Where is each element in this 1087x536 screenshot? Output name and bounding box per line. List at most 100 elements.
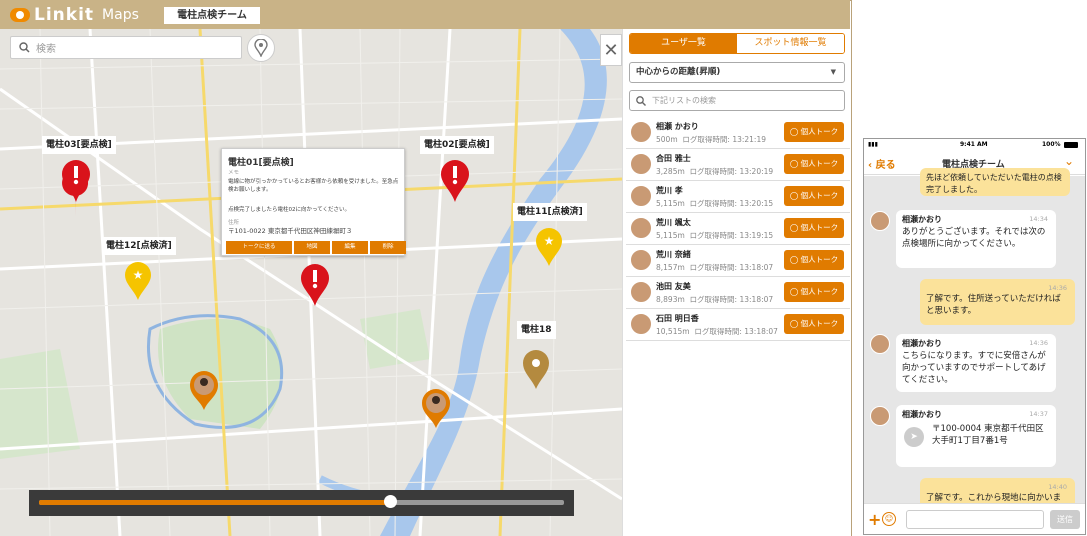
private-talk-label: 個人トーク xyxy=(800,319,839,328)
user-meta: 10,515m ログ取得時間: 13:18:07 xyxy=(656,326,778,337)
sender-name: 相瀬かおり xyxy=(902,339,942,348)
user-meta: 3,285m ログ取得時間: 13:20:19 xyxy=(656,166,773,177)
user-name: 池田 友美 xyxy=(656,282,691,291)
map-search-input[interactable]: 検索 xyxy=(10,36,242,59)
back-label: 戻る xyxy=(875,160,896,171)
dropdown-arrow-icon: ▼ xyxy=(830,68,836,76)
map-button[interactable]: 地図 xyxy=(294,241,330,254)
spot-info-popup: 電柱01[要点検] メモ 電線に物が引っかかっているとお客様から依頼を受けました… xyxy=(221,148,406,256)
user-row[interactable]: 荒川 奈緒 8,157m ログ取得時間: 13:18:07 ◯ 個人トーク xyxy=(626,246,850,277)
chat-message: 相瀬かおり 14:37 ➤ 〒100-0004 東京都千代田区 大手町1丁目7番… xyxy=(896,405,1056,467)
user-pin-2[interactable] xyxy=(420,388,452,430)
done-pin-12[interactable]: ★ xyxy=(122,262,154,302)
location-pin-icon xyxy=(254,39,268,57)
chat-message-self: 先ほど依頼していただいた電柱の点検完了しました。 xyxy=(920,168,1070,196)
user-name: 合田 雅士 xyxy=(656,154,691,163)
sender-name: 相瀬かおり xyxy=(902,215,942,224)
user-pin-1[interactable] xyxy=(188,370,220,412)
user-name: 相瀬 かおり xyxy=(656,122,699,131)
user-distance: 8,157m xyxy=(656,263,685,272)
popup-address-label: 住所 xyxy=(228,220,240,226)
user-row[interactable]: 合田 雅士 3,285m ログ取得時間: 13:20:19 ◯ 個人トーク xyxy=(626,150,850,181)
current-location-button[interactable] xyxy=(247,34,275,62)
warning-pin-01[interactable] xyxy=(297,264,333,308)
private-talk-button[interactable]: ◯ 個人トーク xyxy=(784,154,844,174)
user-name: 石田 明日香 xyxy=(656,314,699,323)
private-talk-button[interactable]: ◯ 個人トーク xyxy=(784,250,844,270)
spot-pin-18[interactable] xyxy=(520,349,552,391)
private-talk-button[interactable]: ◯ 個人トーク xyxy=(784,218,844,238)
product-name: Maps xyxy=(102,7,139,23)
chat-input-bar: + ☺ 送信 xyxy=(864,503,1085,534)
user-row[interactable]: 池田 友美 8,893m ログ取得時間: 13:18:07 ◯ 個人トーク xyxy=(626,278,850,309)
private-talk-button[interactable]: ◯ 個人トーク xyxy=(784,314,844,334)
app-logo: Linkit Maps xyxy=(10,5,139,25)
private-talk-button[interactable]: ◯ 個人トーク xyxy=(784,186,844,206)
close-panel-button[interactable]: ✕ xyxy=(600,34,622,66)
sender-name: 相瀬かおり xyxy=(902,410,942,419)
back-button[interactable]: ‹ 戻る xyxy=(868,156,896,171)
team-name-tag[interactable]: 電柱点検チーム xyxy=(164,7,260,24)
playback-progress xyxy=(39,500,391,505)
user-meta: 500m ログ取得時間: 13:21:19 xyxy=(656,134,766,145)
user-log-time: ログ取得時間: 13:18:07 xyxy=(689,263,774,272)
message-text: 了解です。住所送っていただければと思います。 xyxy=(926,294,1061,316)
user-row[interactable]: 石田 明日香 10,515m ログ取得時間: 13:18:07 ◯ 個人トーク xyxy=(626,310,850,341)
warning-pin-03[interactable] xyxy=(58,160,94,204)
user-row[interactable]: 相瀬 かおり 500m ログ取得時間: 13:21:19 ◯ 個人トーク xyxy=(626,118,850,149)
avatar xyxy=(630,313,652,335)
private-talk-button[interactable]: ◯ 個人トーク xyxy=(784,282,844,302)
status-time: 9:41 AM xyxy=(960,141,988,148)
user-distance: 5,115m xyxy=(656,199,685,208)
signal-icon: ▮▮▮ xyxy=(868,141,878,148)
avatar xyxy=(630,153,652,175)
add-icon[interactable]: + xyxy=(868,510,881,529)
list-search-input[interactable]: 下記リストの検索 xyxy=(629,90,845,111)
message-time: 14:40 xyxy=(1048,483,1067,491)
tab-user-list[interactable]: ユーザ一覧 xyxy=(630,34,737,53)
private-talk-label: 個人トーク xyxy=(800,223,839,232)
user-meta: 5,115m ログ取得時間: 13:20:15 xyxy=(656,198,773,209)
search-placeholder: 検索 xyxy=(36,44,56,55)
private-talk-label: 個人トーク xyxy=(800,159,839,168)
popup-title: 電柱01[要点検] xyxy=(228,158,294,168)
map-label-p02: 電柱02[要点検] xyxy=(420,136,494,154)
avatar xyxy=(630,249,652,271)
map-label-p11: 電柱11[点検済] xyxy=(513,203,587,221)
user-meta: 8,893m ログ取得時間: 13:18:07 xyxy=(656,294,773,305)
message-text: ありがとうございます。それでは次の点検場所に向かってください。 xyxy=(902,227,1046,249)
location-arrow-icon[interactable]: ➤ xyxy=(904,427,924,447)
popup-address: 〒101-0022 東京都千代田区神田練塀町３ xyxy=(228,227,353,235)
close-icon: ✕ xyxy=(603,39,619,61)
edit-button[interactable]: 編集 xyxy=(332,241,368,254)
message-text: こちらになります。すでに安倍さんが向かっていますのでサポートしてあげてください。 xyxy=(902,351,1046,385)
user-distance: 500m xyxy=(656,135,678,144)
delete-button[interactable]: 削除 xyxy=(370,241,406,254)
mobile-chat-screen: ▮▮▮ 9:41 AM 100% ‹ 戻る 電柱点検チーム ⌄ 先ほど依頼してい… xyxy=(863,138,1086,535)
private-talk-label: 個人トーク xyxy=(800,191,839,200)
send-button[interactable]: 送信 xyxy=(1050,510,1080,529)
user-log-time: ログ取得時間: 13:20:19 xyxy=(689,167,774,176)
tab-spot-list[interactable]: スポット情報一覧 xyxy=(737,34,844,53)
warning-pin-02[interactable] xyxy=(437,160,473,204)
emoji-icon[interactable]: ☺ xyxy=(882,512,896,526)
message-input[interactable] xyxy=(906,510,1044,529)
user-log-time: ログ取得時間: 13:19:15 xyxy=(689,231,774,240)
map-label-p12: 電柱12[点検済] xyxy=(102,237,176,255)
send-to-talk-button[interactable]: トークに送る xyxy=(226,241,292,254)
private-talk-button[interactable]: ◯ 個人トーク xyxy=(784,122,844,142)
avatar xyxy=(870,334,890,354)
done-pin-11[interactable]: ★ xyxy=(533,228,565,268)
private-talk-label: 個人トーク xyxy=(800,287,839,296)
user-row[interactable]: 荒川 孝 5,115m ログ取得時間: 13:20:15 ◯ 個人トーク xyxy=(626,182,850,213)
user-log-time: ログ取得時間: 13:18:07 xyxy=(694,327,778,336)
avatar xyxy=(870,406,890,426)
popup-note: 点検完了しましたら電柱02に向かってください。 xyxy=(228,207,351,213)
avatar xyxy=(630,185,652,207)
sort-select[interactable]: 中心からの距離(昇順) ▼ xyxy=(629,62,845,83)
chevron-down-icon[interactable]: ⌄ xyxy=(1064,154,1074,168)
user-row[interactable]: 荒川 颯太 5,115m ログ取得時間: 13:19:15 ◯ 個人トーク xyxy=(626,214,850,245)
user-name: 荒川 孝 xyxy=(656,186,683,195)
chat-message-self: 14:36 了解です。住所送っていただければと思います。 xyxy=(920,279,1075,325)
search-icon xyxy=(636,95,646,106)
